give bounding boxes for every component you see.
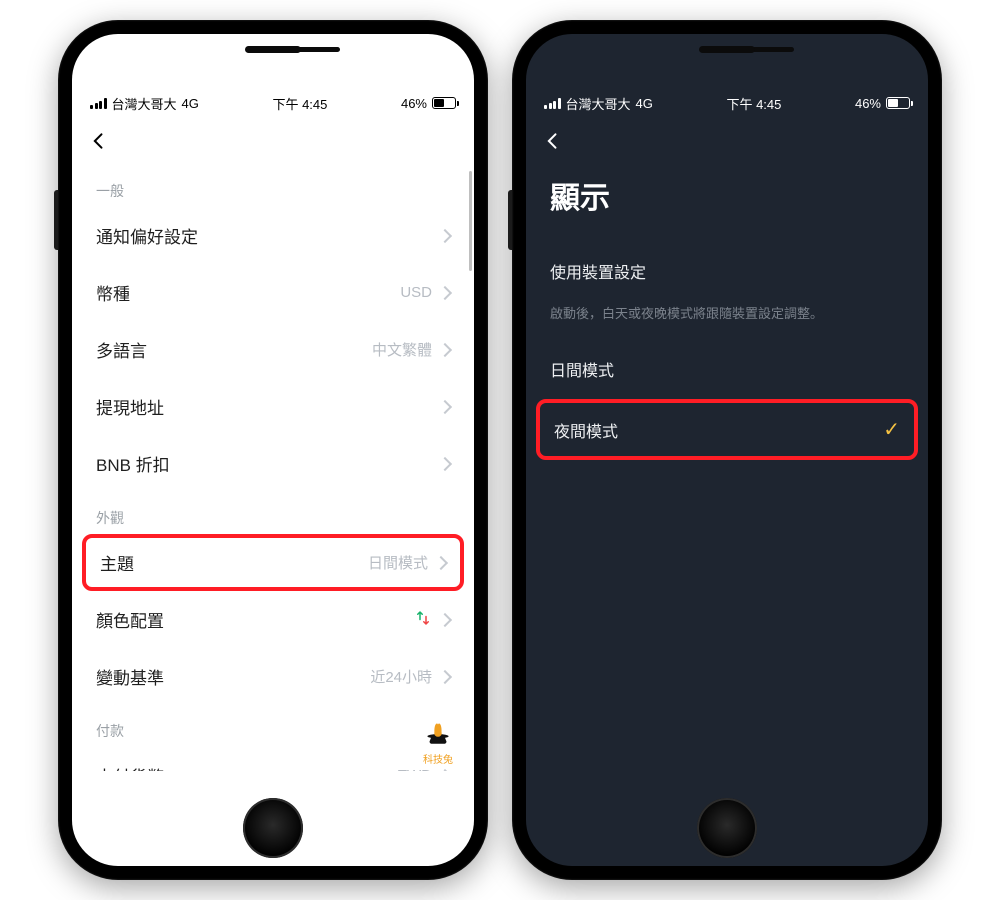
home-button[interactable]	[243, 798, 303, 858]
battery-pct: 46%	[855, 96, 881, 111]
chevron-right-icon	[438, 612, 452, 626]
rabbit-hat-icon	[421, 715, 455, 749]
row-use-device-setting[interactable]: 使用裝置設定	[526, 241, 928, 301]
check-icon: ✓	[883, 417, 900, 442]
row-day-mode[interactable]: 日間模式	[526, 339, 928, 399]
chevron-right-icon	[438, 456, 452, 470]
row-label: 支付貨幣	[96, 763, 164, 771]
settings-scroll[interactable]: 一般 通知偏好設定 幣種 USD 多語言 中文繁體 提現地址	[72, 165, 474, 771]
row-language[interactable]: 多語言 中文繁體	[72, 321, 474, 378]
screen-settings: 台灣大哥大 4G 下午 4:45 46% 一般 通知偏好設定	[72, 34, 474, 866]
battery-icon	[886, 97, 910, 109]
back-button[interactable]	[86, 128, 112, 154]
phone-speaker	[245, 46, 301, 53]
home-button[interactable]	[697, 798, 757, 858]
up-down-arrows-icon	[414, 609, 432, 631]
chevron-right-icon	[434, 555, 448, 569]
back-button[interactable]	[540, 128, 566, 154]
row-label: 多語言	[96, 337, 147, 362]
row-currency[interactable]: 幣種 USD	[72, 264, 474, 321]
chevron-right-icon	[438, 228, 452, 242]
row-theme[interactable]: 主題 日間模式	[82, 534, 464, 591]
network-label: 4G	[636, 96, 653, 111]
row-value: 日間模式	[368, 552, 428, 573]
carrier-label: 台灣大哥大	[566, 94, 631, 113]
row-withdraw-address[interactable]: 提現地址	[72, 378, 474, 435]
phone-speaker	[699, 46, 755, 53]
battery-pct: 46%	[401, 96, 427, 111]
row-value: TWD	[398, 767, 432, 771]
row-value: 近24小時	[370, 666, 432, 687]
chevron-right-icon	[438, 285, 452, 299]
row-label: 幣種	[96, 280, 130, 305]
row-description: 啟動後，白天或夜晚模式將跟隨裝置設定調整。	[526, 301, 928, 339]
watermark: 科技兔	[414, 715, 462, 766]
row-label: 變動基準	[96, 664, 164, 689]
clock-label: 下午 4:45	[726, 94, 781, 113]
row-label: 夜間模式	[554, 418, 618, 442]
navbar	[72, 117, 474, 165]
row-value: 中文繁體	[372, 339, 432, 360]
clock-label: 下午 4:45	[272, 94, 327, 113]
row-night-mode[interactable]: 夜間模式 ✓	[536, 399, 918, 460]
row-label: 使用裝置設定	[550, 259, 646, 283]
signal-icon	[90, 98, 107, 109]
row-label: 通知偏好設定	[96, 223, 198, 248]
chevron-right-icon	[438, 342, 452, 356]
screen-display: 台灣大哥大 4G 下午 4:45 46% 顯示 使用裝置設定 啟動後，白天或夜晚…	[526, 34, 928, 866]
row-label: 主題	[100, 550, 134, 575]
signal-icon	[544, 98, 561, 109]
chevron-right-icon	[438, 399, 452, 413]
carrier-label: 台灣大哥大	[112, 94, 177, 113]
network-label: 4G	[182, 96, 199, 111]
row-label: 提現地址	[96, 394, 164, 419]
page-title: 顯示	[526, 165, 928, 241]
row-value: USD	[400, 284, 432, 301]
row-color-scheme[interactable]: 顏色配置	[72, 591, 474, 648]
navbar	[526, 117, 928, 165]
chevron-right-icon	[438, 669, 452, 683]
phone-frame-left: 台灣大哥大 4G 下午 4:45 46% 一般 通知偏好設定	[58, 20, 488, 880]
row-label: 顏色配置	[96, 607, 164, 632]
battery-icon	[432, 97, 456, 109]
scrollbar[interactable]	[469, 171, 472, 271]
status-bar: 台灣大哥大 4G 下午 4:45 46%	[526, 89, 928, 117]
phone-frame-right: 台灣大哥大 4G 下午 4:45 46% 顯示 使用裝置設定 啟動後，白天或夜晚…	[512, 20, 942, 880]
chevron-right-icon	[438, 768, 452, 771]
status-bar: 台灣大哥大 4G 下午 4:45 46%	[72, 89, 474, 117]
row-label: BNB 折扣	[96, 451, 170, 476]
row-change-basis[interactable]: 變動基準 近24小時	[72, 648, 474, 705]
section-appearance: 外觀	[72, 492, 474, 534]
watermark-label: 科技兔	[423, 755, 453, 766]
row-bnb-discount[interactable]: BNB 折扣	[72, 435, 474, 492]
section-general: 一般	[72, 165, 474, 207]
row-label: 日間模式	[550, 357, 614, 381]
row-notif-pref[interactable]: 通知偏好設定	[72, 207, 474, 264]
